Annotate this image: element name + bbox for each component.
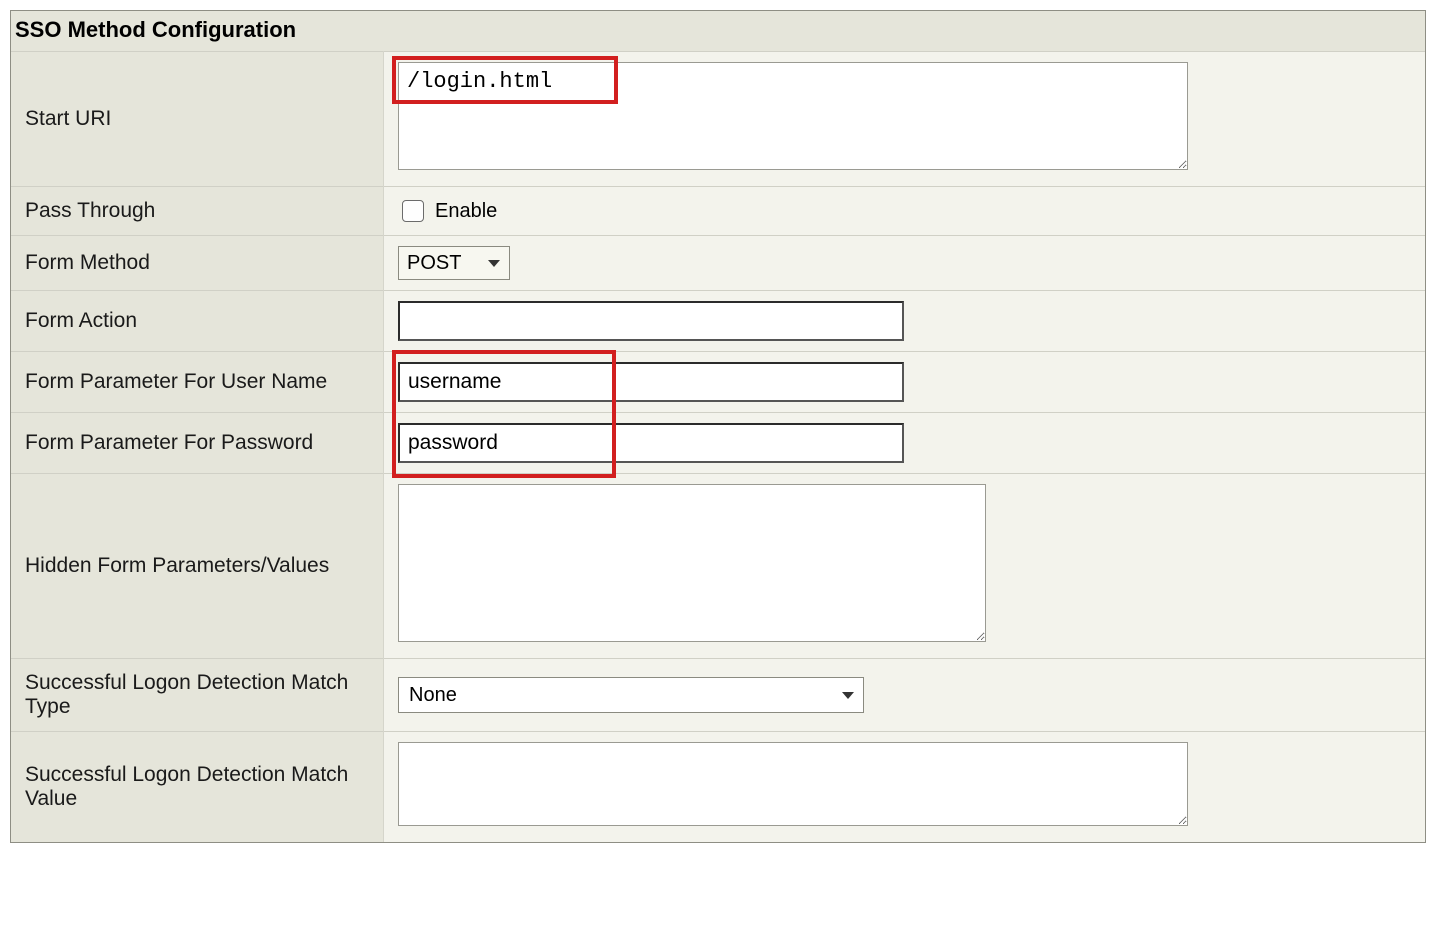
label-param-username: Form Parameter For User Name (11, 352, 384, 413)
row-pass-through: Pass Through Enable (11, 187, 1425, 236)
match-value-input[interactable] (398, 742, 1188, 826)
hidden-params-input[interactable] (398, 484, 986, 642)
row-hidden-params: Hidden Form Parameters/Values (11, 474, 1425, 659)
row-start-uri: Start URI (11, 52, 1425, 187)
sso-config-panel: SSO Method Configuration Start URI Pass … (10, 10, 1426, 843)
panel-title: SSO Method Configuration (11, 11, 1425, 51)
label-form-action: Form Action (11, 291, 384, 352)
row-match-value: Successful Logon Detection Match Value (11, 732, 1425, 843)
form-action-input[interactable] (398, 301, 904, 341)
row-form-method: Form Method POST (11, 236, 1425, 291)
form-method-select[interactable]: POST (398, 246, 510, 280)
pass-through-checkbox[interactable] (402, 200, 424, 222)
row-param-password: Form Parameter For Password (11, 413, 1425, 474)
param-username-input[interactable] (398, 362, 904, 402)
pass-through-option-label: Enable (435, 200, 497, 223)
param-password-input[interactable] (398, 423, 904, 463)
label-form-method: Form Method (11, 236, 384, 291)
row-form-action: Form Action (11, 291, 1425, 352)
start-uri-input[interactable] (398, 62, 1188, 170)
label-match-type: Successful Logon Detection Match Type (11, 659, 384, 732)
label-param-password: Form Parameter For Password (11, 413, 384, 474)
label-pass-through: Pass Through (11, 187, 384, 236)
config-form-table: Start URI Pass Through Enable (11, 51, 1425, 842)
label-hidden-params: Hidden Form Parameters/Values (11, 474, 384, 659)
label-match-value: Successful Logon Detection Match Value (11, 732, 384, 843)
row-param-username: Form Parameter For User Name (11, 352, 1425, 413)
match-type-select[interactable]: None (398, 677, 864, 713)
label-start-uri: Start URI (11, 52, 384, 187)
row-match-type: Successful Logon Detection Match Type No… (11, 659, 1425, 732)
